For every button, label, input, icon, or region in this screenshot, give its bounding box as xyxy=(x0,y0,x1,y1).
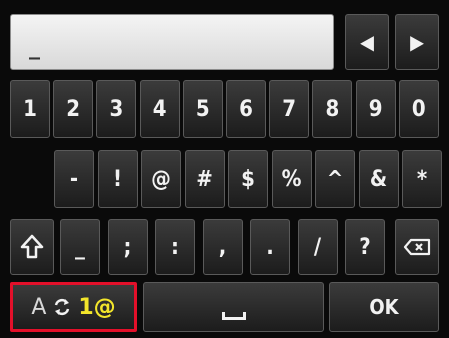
symbol-key-label: / xyxy=(313,234,322,260)
symbol-key[interactable]: * xyxy=(402,150,442,208)
number-key-label: 2 xyxy=(66,96,81,122)
symbol-key[interactable]: _ xyxy=(60,219,100,275)
symbol-key[interactable]: , xyxy=(202,219,243,275)
numeric-mode-label: 1@ xyxy=(78,294,116,320)
text-cursor: _ xyxy=(29,35,40,60)
text-input-field[interactable]: _ xyxy=(10,14,334,70)
symbol-key[interactable]: ? xyxy=(345,219,385,275)
symbol-key-label: , xyxy=(218,234,227,260)
backspace-button[interactable] xyxy=(395,219,439,275)
number-key[interactable]: 2 xyxy=(53,80,94,138)
symbol-key[interactable]: $ xyxy=(228,150,268,208)
number-key[interactable]: 5 xyxy=(182,80,223,138)
symbol-key-label: _ xyxy=(75,234,85,260)
symbol-key[interactable]: % xyxy=(271,150,312,208)
number-key-label: 6 xyxy=(239,96,253,122)
symbol-key-label: . xyxy=(266,234,274,260)
symbol-key[interactable]: ! xyxy=(97,150,138,208)
symbol-key[interactable]: @ xyxy=(141,150,181,208)
number-key[interactable]: 3 xyxy=(96,80,137,138)
ok-button[interactable]: OK xyxy=(329,282,439,332)
number-key[interactable]: 8 xyxy=(312,80,353,138)
cycle-arrows-icon xyxy=(55,298,70,316)
number-key[interactable]: 4 xyxy=(139,80,180,138)
number-key-label: 8 xyxy=(325,96,340,122)
symbol-key-label: ? xyxy=(359,234,371,260)
number-key-label: 1 xyxy=(23,96,37,122)
cursor-left-button[interactable]: ◀ xyxy=(345,14,389,70)
shift-button[interactable] xyxy=(10,219,54,275)
number-key[interactable]: 0 xyxy=(398,80,439,138)
symbol-key[interactable]: ; xyxy=(107,219,148,275)
symbol-key-label: * xyxy=(416,166,428,192)
number-key-label: 7 xyxy=(282,96,297,122)
number-key-label: 4 xyxy=(152,96,167,122)
number-key-label: 0 xyxy=(411,96,426,122)
space-bar-icon xyxy=(221,312,246,320)
number-key[interactable]: 9 xyxy=(355,80,396,138)
symbol-key-label: : xyxy=(171,234,179,260)
symbol-key[interactable]: . xyxy=(250,219,290,275)
symbol-key-label: # xyxy=(196,166,213,192)
number-key[interactable]: 1 xyxy=(10,80,50,138)
symbol-key-label: ; xyxy=(123,234,132,260)
symbol-key[interactable]: : xyxy=(155,219,195,275)
printer-keyboard-screen: _ ◀ ▶ 1 2 3 4 5 6 7 8 9 0 -! @ # $% ^ & * _;:,. /? A 1@ xyxy=(0,0,449,338)
number-key-label: 9 xyxy=(368,96,383,122)
input-mode-button[interactable]: A 1@ xyxy=(10,282,137,332)
space-button[interactable] xyxy=(143,282,324,332)
ok-label: OK xyxy=(369,295,399,319)
cursor-right-button[interactable]: ▶ xyxy=(395,14,439,70)
symbol-key[interactable]: ^ xyxy=(315,150,355,208)
symbol-key-label: $ xyxy=(241,166,255,192)
number-key[interactable]: 6 xyxy=(226,80,266,138)
number-key[interactable]: 7 xyxy=(269,80,310,138)
symbol-key-label: % xyxy=(281,166,302,192)
symbol-key-label: ^ xyxy=(326,166,344,192)
number-key-label: 5 xyxy=(195,96,210,122)
symbol-key[interactable]: & xyxy=(358,150,399,208)
symbol-key-label: @ xyxy=(151,166,171,192)
symbol-key-label: & xyxy=(369,166,388,192)
symbol-key[interactable]: - xyxy=(54,150,94,208)
number-key-label: 3 xyxy=(109,96,124,122)
backspace-icon xyxy=(403,238,431,256)
symbol-key-label: ! xyxy=(112,166,123,192)
right-arrow-icon: ▶ xyxy=(410,30,424,54)
shift-arrow-icon xyxy=(20,234,44,259)
symbol-key[interactable]: / xyxy=(297,219,338,275)
alpha-mode-label: A xyxy=(31,294,47,320)
left-arrow-icon: ◀ xyxy=(360,30,374,54)
symbol-key-label: - xyxy=(69,166,79,192)
symbol-key[interactable]: # xyxy=(184,150,225,208)
